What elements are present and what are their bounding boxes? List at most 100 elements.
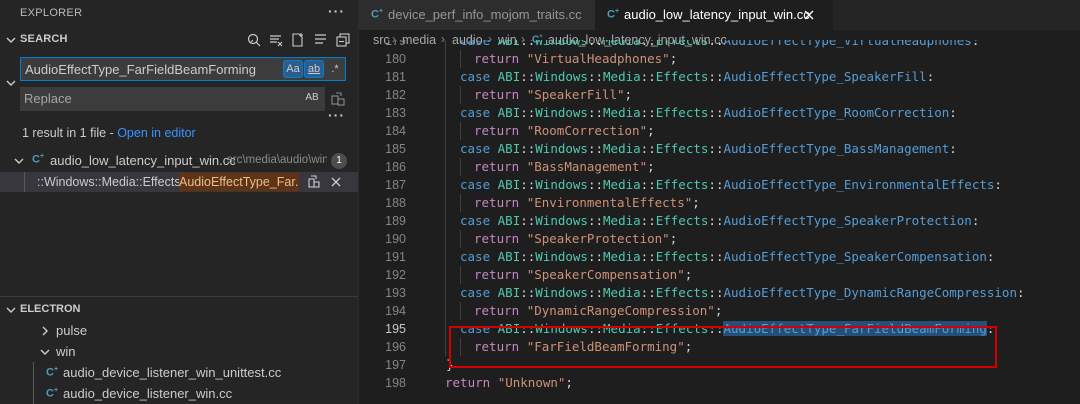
code-token: ::	[587, 40, 604, 48]
code-token: ;	[684, 267, 693, 282]
code-line[interactable]: 198 return "Unknown";	[359, 374, 1080, 392]
code-token: ABI	[497, 177, 521, 192]
code-token: ::	[708, 285, 724, 300]
code-text: return "DynamicRangeCompression";	[474, 302, 722, 320]
code-token: ::	[520, 40, 536, 48]
open-in-editor-link[interactable]: Open in editor	[117, 126, 196, 140]
close-icon[interactable]	[801, 7, 817, 23]
match-case-toggle[interactable]: Aa	[283, 60, 303, 78]
code-token: ;	[647, 123, 655, 138]
indent-guide	[445, 40, 446, 50]
code-line[interactable]: 189 case ABI::Windows::Media::Effects::Au…	[359, 212, 1080, 230]
indent-guide	[445, 68, 446, 86]
code-token: return	[474, 51, 527, 66]
code-token: :	[994, 177, 1002, 192]
code-token: return	[474, 303, 527, 318]
code-token: "SpeakerFill"	[526, 87, 625, 102]
tab-label: device_perf_info_mojom_traits.cc	[388, 7, 582, 22]
panel-divider[interactable]	[0, 296, 358, 297]
tree-item-label: pulse	[56, 323, 88, 338]
code-text: case ABI::Windows::Media::Effects::Audio…	[460, 176, 1002, 194]
code-line[interactable]: 192 return "SpeakerCompensation";	[359, 266, 1080, 284]
code-token: Media	[603, 285, 641, 300]
code-line[interactable]: 184 return "RoomCorrection";	[359, 122, 1080, 140]
tree-item-file[interactable]: C+ audio_device_listener_win_unittest.cc	[0, 363, 358, 383]
refresh-icon[interactable]	[246, 32, 262, 48]
code-token: return	[474, 87, 527, 102]
code-token: ABI	[497, 213, 521, 228]
chevron-down-icon	[37, 344, 53, 360]
code-token: case	[460, 105, 498, 120]
code-line[interactable]: 193 case ABI::Windows::Media::Effects::Au…	[359, 284, 1080, 302]
new-search-editor-icon[interactable]	[290, 32, 306, 48]
tree-item-file[interactable]: C+ audio_device_listener_win.cc	[0, 384, 358, 404]
preserve-case-toggle[interactable]: AB	[302, 89, 322, 107]
use-regex-toggle[interactable]: .*	[325, 60, 345, 78]
replace-all-icon[interactable]	[330, 91, 346, 107]
code-token: ::	[640, 69, 656, 84]
code-token: return	[474, 195, 527, 210]
tree-indent-guide	[24, 172, 25, 192]
code-line[interactable]: 180 return "VirtualHeadphones";	[359, 50, 1080, 68]
chevron-down-icon[interactable]	[3, 32, 19, 48]
code-token: ;	[565, 375, 573, 390]
code-token: ::	[640, 105, 656, 120]
code-line[interactable]: 179 case ABI::Windows::Media::Effects::Au…	[359, 40, 1080, 50]
chevron-down-icon[interactable]	[3, 302, 19, 318]
code-token: Effects	[655, 105, 709, 120]
code-line[interactable]: 190 return "SpeakerProtection";	[359, 230, 1080, 248]
code-token: Media	[603, 213, 641, 228]
match-whole-word-toggle[interactable]: ab	[304, 60, 324, 78]
code-line[interactable]: 181 case ABI::Windows::Media::Effects::Au…	[359, 68, 1080, 86]
code-line[interactable]: 185 case ABI::Windows::Media::Effects::Au…	[359, 140, 1080, 158]
indent-guide	[460, 194, 461, 212]
indent-guide	[445, 122, 446, 140]
tab-label: audio_low_latency_input_win.cc	[624, 7, 810, 22]
search-input[interactable]	[25, 58, 285, 80]
result-summary-text: 1 result in 1 file -	[22, 126, 118, 140]
code-line[interactable]: 191 case ABI::Windows::Media::Effects::Au…	[359, 248, 1080, 266]
tree-item-folder[interactable]: pulse	[0, 321, 358, 341]
cpp-file-icon: C+	[32, 153, 45, 166]
code-text: case ABI::Windows::Media::Effects::Audio…	[460, 212, 979, 230]
code-line[interactable]: 187 case ABI::Windows::Media::Effects::Au…	[359, 176, 1080, 194]
tab-device-perf-info[interactable]: C+ device_perf_info_mojom_traits.cc	[359, 0, 595, 30]
replace-input[interactable]	[24, 87, 294, 109]
chevron-down-icon[interactable]	[11, 153, 27, 169]
code-line[interactable]: 183 case ABI::Windows::Media::Effects::Au…	[359, 104, 1080, 122]
code-text: return "SpeakerCompensation";	[474, 266, 692, 284]
search-result-file[interactable]: C+ audio_low_latency_input_win.cc src\me…	[0, 151, 358, 171]
code-token: AudioEffectType_VirtualHeadphones	[723, 40, 972, 48]
indent-guide	[460, 158, 461, 176]
tab-audio-low-latency-input[interactable]: C+ audio_low_latency_input_win.cc	[595, 0, 833, 30]
code-line[interactable]: 188 return "EnvironmentalEffects";	[359, 194, 1080, 212]
replace-icon[interactable]	[306, 174, 322, 190]
electron-title: ELECTRON	[20, 303, 81, 315]
search-result-match[interactable]: ::Windows::Media::Effects:: AudioEffectT…	[0, 172, 358, 192]
code-token: return	[474, 159, 527, 174]
code-line[interactable]: 194 return "DynamicRangeCompression";	[359, 302, 1080, 320]
code-token: ::	[640, 177, 656, 192]
cpp-file-icon: C+	[371, 8, 384, 21]
toggle-replace-icon[interactable]	[3, 75, 19, 91]
code-token: AudioEffectType_SpeakerCompensation	[723, 249, 987, 264]
tree-item-folder[interactable]: win	[0, 342, 358, 362]
clear-results-icon[interactable]	[268, 32, 284, 48]
collapse-all-icon[interactable]	[335, 32, 351, 48]
electron-section-header[interactable]: ELECTRON	[0, 300, 358, 320]
code-token: Media	[603, 177, 641, 192]
view-as-tree-icon[interactable]	[313, 32, 329, 48]
indent-guide	[445, 320, 446, 338]
code-line[interactable]: 182 return "SpeakerFill";	[359, 86, 1080, 104]
search-section-header[interactable]: SEARCH	[0, 30, 358, 50]
code-token: ::	[520, 69, 536, 84]
editor-tabs: C+ device_perf_info_mojom_traits.cc C+ a…	[359, 0, 1080, 30]
code-token: :	[986, 249, 995, 264]
code-token: ABI	[497, 249, 521, 264]
more-actions-icon[interactable]: ···	[328, 3, 345, 19]
search-details-icon[interactable]: ···	[328, 107, 345, 123]
code-line[interactable]: 186 return "BassManagement";	[359, 158, 1080, 176]
indent-guide	[445, 284, 446, 302]
dismiss-icon[interactable]	[328, 174, 344, 190]
result-file-path: src\media\audio\win	[227, 154, 327, 166]
